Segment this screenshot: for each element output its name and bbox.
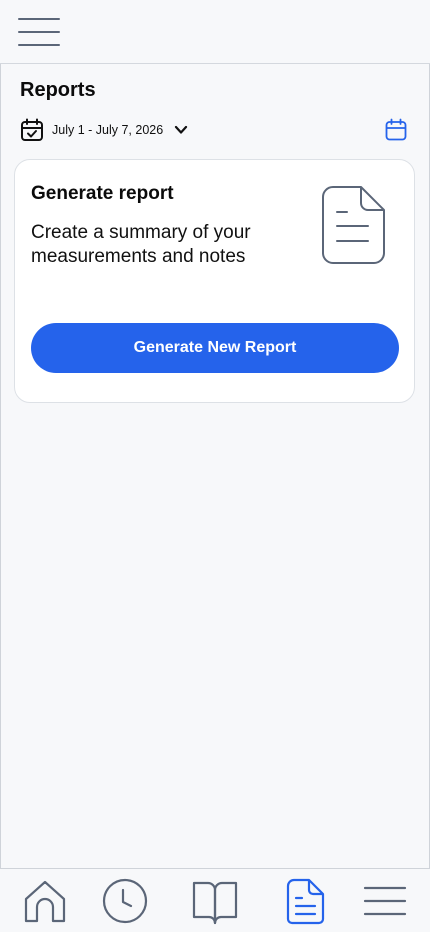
chevron-down-icon [173, 122, 189, 138]
calendar-check-icon [20, 118, 44, 142]
date-range-text: July 1 - July 7, 2026 [52, 123, 164, 137]
clock-icon[interactable] [101, 877, 149, 925]
book-icon[interactable] [191, 877, 239, 925]
bottom-navigation [0, 868, 430, 932]
generate-new-report-button[interactable]: Generate New Report [31, 323, 399, 373]
top-bar [0, 0, 430, 64]
generate-report-card: Generate report Create a summary of your… [14, 159, 415, 403]
calendar-icon[interactable] [384, 118, 408, 142]
card-title: Generate report [31, 183, 174, 204]
document-icon[interactable] [281, 877, 329, 925]
home-icon[interactable] [21, 877, 69, 925]
hamburger-menu-icon[interactable] [18, 17, 60, 47]
card-description: Create a summary of your measurements an… [31, 222, 251, 267]
page-title: Reports [20, 79, 96, 101]
date-range-selector[interactable]: July 1 - July 7, 2026 [20, 117, 189, 143]
document-icon [321, 185, 387, 265]
menu-icon[interactable] [361, 877, 409, 925]
